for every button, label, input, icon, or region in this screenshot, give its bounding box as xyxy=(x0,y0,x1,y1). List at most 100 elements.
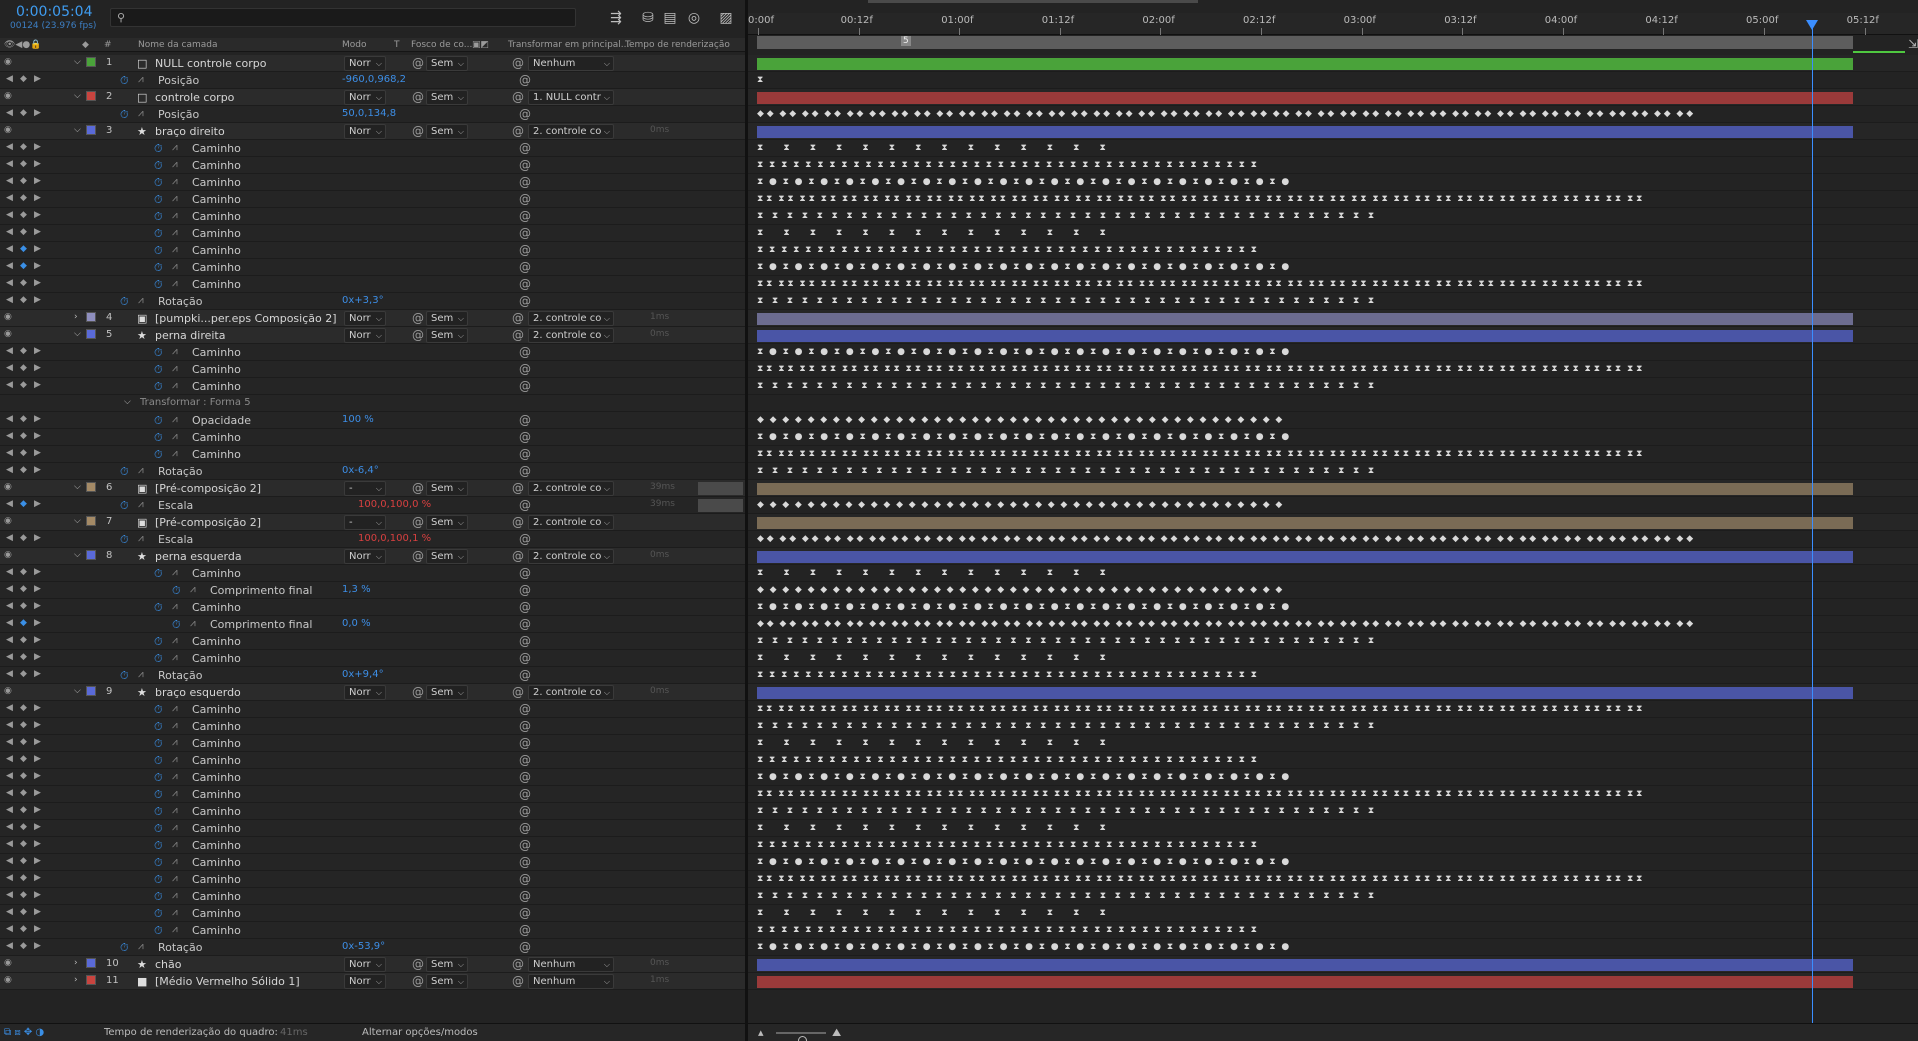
graph-icon[interactable]: ⩘ xyxy=(172,652,178,663)
graph-icon[interactable]: ⩘ xyxy=(138,533,144,544)
next-keyframe-icon[interactable]: ▶ xyxy=(34,873,41,883)
graph-icon[interactable]: ⩘ xyxy=(172,788,178,799)
expression-pickwhip-icon[interactable]: @ xyxy=(519,668,531,682)
graph-icon[interactable]: ⩘ xyxy=(138,74,144,85)
prev-keyframe-icon[interactable]: ◀ xyxy=(6,839,13,849)
layer-row-6[interactable]: ◀ ◆ ▶ ⏱ ⩘ Caminho @ xyxy=(0,157,745,174)
expression-pickwhip-icon[interactable]: @ xyxy=(519,600,531,614)
expression-pickwhip-icon[interactable]: @ xyxy=(519,566,531,580)
expand-toggle-icon[interactable]: › xyxy=(74,975,78,985)
layer-row-38[interactable]: ◀ ◆ ▶ ⏱ ⩘ Caminho @ xyxy=(0,701,745,718)
stopwatch-icon[interactable]: ⏱ xyxy=(120,941,129,955)
graph-icon[interactable]: ⩘ xyxy=(172,380,178,391)
next-keyframe-icon[interactable]: ▶ xyxy=(34,652,41,662)
stopwatch-icon[interactable]: ⏱ xyxy=(154,380,163,394)
keyframe-row[interactable]: ⧗ ● ⧗ ● ⧗ ● ⧗ ● ⧗ ● ⧗ ● ⧗ ● ⧗ ● ⧗ ● ⧗ ● … xyxy=(757,603,1853,612)
prev-keyframe-icon[interactable]: ◀ xyxy=(6,210,13,220)
property-value[interactable]: 100,0,100,0 % xyxy=(358,499,431,510)
graph-icon[interactable]: ⩘ xyxy=(172,210,178,221)
layer-row-8[interactable]: ◀ ◆ ▶ ⏱ ⩘ Caminho @ xyxy=(0,191,745,208)
parent-dropdown[interactable]: 2. controle co ⌵ xyxy=(528,124,614,139)
parent-dropdown[interactable]: Nenhum ⌵ xyxy=(528,974,614,989)
prev-keyframe-icon[interactable]: ◀ xyxy=(6,754,13,764)
layer-duration-bar[interactable] xyxy=(757,959,1853,971)
keyframe-toggle-icon[interactable]: ◆ xyxy=(20,669,27,679)
label-color-swatch[interactable] xyxy=(86,686,96,696)
parent-pickwhip-icon[interactable]: @ xyxy=(512,311,524,325)
expand-toggle-icon[interactable]: ⌵ xyxy=(74,516,81,526)
mode-dropdown[interactable]: Norr ⌵ xyxy=(344,957,386,972)
layer-row-39[interactable]: ◀ ◆ ▶ ⏱ ⩘ Caminho @ xyxy=(0,718,745,735)
mode-dropdown[interactable]: Norr ⌵ xyxy=(344,124,386,139)
current-time-display[interactable]: 0:00:05:04 xyxy=(16,4,93,20)
stopwatch-icon[interactable]: ⏱ xyxy=(154,856,163,870)
parent-pickwhip-icon[interactable]: @ xyxy=(512,90,524,104)
prev-keyframe-icon[interactable]: ◀ xyxy=(6,873,13,883)
graph-icon[interactable]: ⩘ xyxy=(172,873,178,884)
graph-icon[interactable]: ⩘ xyxy=(138,108,144,119)
layer-row-14[interactable]: ◀ ◆ ▶ ⏱ ⩘ Rotação 0x+3,3° @ xyxy=(0,293,745,310)
stopwatch-icon[interactable]: ⏱ xyxy=(154,159,163,173)
time-ruler[interactable]: 0:00f 00:12f 01:00f 01:12f 02:00f 02:12f 03:00… xyxy=(748,13,1918,35)
layer-row-54[interactable]: ◉ › 11 ■ [Médio Vermelho Sólido 1] Norr ⌵ @ Sem ⌵… xyxy=(0,973,745,990)
expression-pickwhip-icon[interactable]: @ xyxy=(519,379,531,393)
visibility-icon[interactable]: ◉ xyxy=(4,91,12,101)
expression-pickwhip-icon[interactable]: @ xyxy=(519,294,531,308)
track-matte-dropdown[interactable]: Sem ⌵ xyxy=(426,515,468,530)
expression-pickwhip-icon[interactable]: @ xyxy=(519,736,531,750)
stopwatch-icon[interactable]: ⏱ xyxy=(172,618,181,632)
next-keyframe-icon[interactable]: ▶ xyxy=(34,584,41,594)
layer-row-37[interactable]: ◉ ⌵ 9 ★ braço esquerdo Norr ⌵ @ Sem ⌵ @2. controle… xyxy=(0,684,745,701)
expression-pickwhip-icon[interactable]: @ xyxy=(519,430,531,444)
stopwatch-icon[interactable]: ⏱ xyxy=(154,210,163,224)
keyframe-toggle-icon[interactable]: ◆ xyxy=(20,788,27,798)
layer-row-11[interactable]: ◀ ◆ ▶ ⏱ ⩘ Caminho @ xyxy=(0,242,745,259)
graph-icon[interactable]: ⩘ xyxy=(172,193,178,204)
expand-toggle-icon[interactable]: ⌵ xyxy=(74,482,81,492)
layer-row-17[interactable]: ◀ ◆ ▶ ⏱ ⩘ Caminho @ xyxy=(0,344,745,361)
graph-icon[interactable]: ⩘ xyxy=(172,176,178,187)
keyframe-row[interactable]: ⧗ ⧗ ⧗ ⧗ ⧗ ⧗ ⧗ ⧗ ⧗ ⧗ ⧗ ⧗ ⧗ ⧗ ⧗ ⧗ ⧗ ⧗ ⧗ ⧗ … xyxy=(757,892,1853,901)
navigator-bar[interactable] xyxy=(868,0,1198,3)
graph-icon[interactable]: ⩘ xyxy=(172,363,178,374)
search-input[interactable]: ⚲ xyxy=(110,8,576,27)
parent-pickwhip-icon[interactable]: @ xyxy=(512,974,524,988)
layer-row-9[interactable]: ◀ ◆ ▶ ⏱ ⩘ Caminho @ xyxy=(0,208,745,225)
stopwatch-icon[interactable]: ⏱ xyxy=(154,414,163,428)
parent-pickwhip-icon[interactable]: @ xyxy=(512,124,524,138)
prev-keyframe-icon[interactable]: ◀ xyxy=(6,788,13,798)
layer-row-51[interactable]: ◀ ◆ ▶ ⏱ ⩘ Caminho @ xyxy=(0,922,745,939)
stopwatch-icon[interactable]: ⏱ xyxy=(120,108,129,122)
current-time-indicator[interactable] xyxy=(1812,23,1813,1033)
keyframe-row[interactable]: ⧗ ⧗ ⧗ ⧗ ⧗ ⧗ ⧗ ⧗ ⧗ ⧗ ⧗ ⧗ ⧗ ⧗ xyxy=(757,569,1853,578)
layer-name[interactable]: braço esquerdo xyxy=(155,686,241,699)
next-keyframe-icon[interactable]: ▶ xyxy=(34,380,41,390)
track-matte-dropdown[interactable]: Sem ⌵ xyxy=(426,311,468,326)
graph-icon[interactable]: ⩘ xyxy=(172,890,178,901)
mode-dropdown[interactable]: - ⌵ xyxy=(344,481,386,496)
next-keyframe-icon[interactable]: ▶ xyxy=(34,720,41,730)
expression-pickwhip-icon[interactable]: @ xyxy=(519,906,531,920)
stopwatch-icon[interactable]: ⏱ xyxy=(154,907,163,921)
matte-link-icon[interactable]: @ xyxy=(412,311,424,325)
stopwatch-icon[interactable]: ⏱ xyxy=(154,805,163,819)
label-color-swatch[interactable] xyxy=(86,312,96,322)
next-keyframe-icon[interactable]: ▶ xyxy=(34,74,41,84)
keyframe-row[interactable]: ⧗ ● ⧗ ● ⧗ ● ⧗ ● ⧗ ● ⧗ ● ⧗ ● ⧗ ● ⧗ ● ⧗ ● … xyxy=(757,348,1853,357)
keyframe-row[interactable]: ⧗ ⧗ ⧗ ⧗ ⧗ ⧗ ⧗ ⧗ ⧗ ⧗ ⧗ ⧗ ⧗ ⧗ xyxy=(757,144,1853,153)
visibility-icon[interactable]: ◉ xyxy=(4,686,12,696)
layer-row-35[interactable]: ◀ ◆ ▶ ⏱ ⩘ Caminho @ xyxy=(0,650,745,667)
keyframe-row[interactable]: ⧗ ⧗ ⧗ ⧗ ⧗ ⧗ ⧗ ⧗ ⧗ ⧗ ⧗ ⧗ ⧗ ⧗ ⧗ ⧗ ⧗ ⧗ ⧗ ⧗ … xyxy=(757,246,1853,255)
mode-dropdown[interactable]: Norr ⌵ xyxy=(344,328,386,343)
prev-keyframe-icon[interactable]: ◀ xyxy=(6,108,13,118)
keyframe-row[interactable]: ⧗ ⧗ ⧗ ⧗ ⧗ ⧗ ⧗ ⧗ ⧗ ⧗ ⧗ ⧗ ⧗ ⧗ xyxy=(757,739,1853,748)
stopwatch-icon[interactable]: ⏱ xyxy=(154,771,163,785)
keyframe-toggle-icon[interactable]: ◆ xyxy=(20,431,27,441)
next-keyframe-icon[interactable]: ▶ xyxy=(34,295,41,305)
group-name[interactable]: Transformar : Forma 5 xyxy=(140,397,251,408)
layer-name[interactable]: [Pré-composição 2] xyxy=(155,482,261,495)
layer-row-50[interactable]: ◀ ◆ ▶ ⏱ ⩘ Caminho @ xyxy=(0,905,745,922)
graph-icon[interactable]: ⩘ xyxy=(172,907,178,918)
next-keyframe-icon[interactable]: ▶ xyxy=(34,924,41,934)
keyframe-toggle-icon[interactable]: ◆ xyxy=(20,176,27,186)
